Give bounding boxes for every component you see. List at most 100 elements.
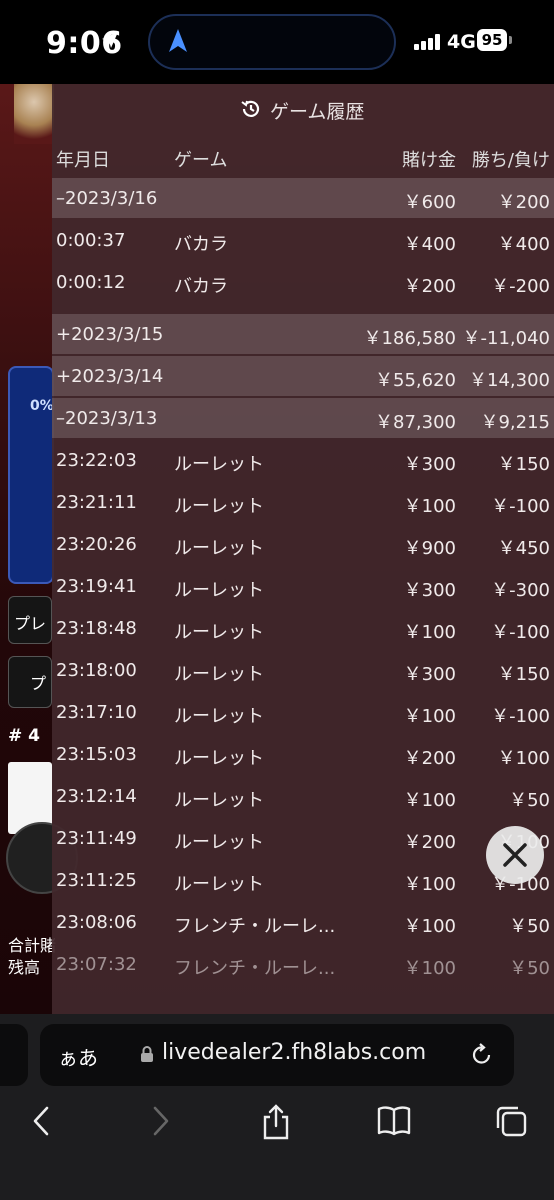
row-time: 23:07:32 bbox=[56, 954, 137, 975]
row-game: ルーレット bbox=[174, 664, 264, 685]
row-time: 23:19:41 bbox=[56, 576, 137, 597]
row-win-loss: ￥50 bbox=[509, 790, 550, 811]
row-date: +2023/3/14 bbox=[56, 366, 164, 387]
row-time: 23:22:03 bbox=[56, 450, 137, 471]
tabs-icon[interactable] bbox=[494, 1104, 528, 1138]
row-bet: ￥87,300 bbox=[375, 412, 456, 433]
row-game: ルーレット bbox=[174, 874, 264, 895]
history-entry-row: 23:20:26 ルーレット ￥900 ￥450 bbox=[52, 524, 554, 566]
row-time: 23:17:10 bbox=[56, 702, 137, 723]
row-bet: ￥186,580 bbox=[363, 328, 456, 349]
row-win-loss: ￥400 bbox=[497, 234, 550, 255]
history-date-row[interactable]: +2023/3/14 ￥55,620 ￥14,300 bbox=[52, 356, 554, 396]
cellular-signal-icon bbox=[414, 34, 442, 50]
row-bet: ￥300 bbox=[403, 580, 456, 601]
row-win-loss: ￥50 bbox=[509, 958, 550, 979]
history-entry-row: 23:12:14 ルーレット ￥100 ￥50 bbox=[52, 776, 554, 818]
row-bet: ￥900 bbox=[403, 538, 456, 559]
previous-tab-bar[interactable] bbox=[0, 1024, 28, 1086]
row-time: 0:00:37 bbox=[56, 230, 126, 251]
row-win-loss: ￥14,300 bbox=[469, 370, 550, 391]
history-list: –2023/3/16 ￥600 ￥200 0:00:37 バカラ ￥400 ￥400 0:00… bbox=[52, 178, 554, 986]
total-bet-label: 合計賭 bbox=[8, 936, 57, 955]
lock-icon bbox=[141, 1046, 153, 1062]
row-bet: ￥200 bbox=[403, 832, 456, 853]
history-column-headers: 年月日 ゲーム 賭け金 勝ち/負け bbox=[52, 136, 554, 176]
game-button-2-label: プ bbox=[30, 674, 47, 693]
row-time: 23:21:11 bbox=[56, 492, 137, 513]
row-win-loss: ￥50 bbox=[509, 916, 550, 937]
history-date-row[interactable]: –2023/3/16 ￥600 ￥200 bbox=[52, 178, 554, 218]
history-entry-row: 23:22:03 ルーレット ￥300 ￥150 bbox=[52, 440, 554, 482]
row-game: バカラ bbox=[174, 234, 228, 255]
location-arrow-icon bbox=[102, 32, 118, 48]
row-bet: ￥100 bbox=[403, 958, 456, 979]
history-entry-row: 23:11:49ルーレット￥200￥100 bbox=[52, 818, 554, 860]
row-win-loss: ￥-100 bbox=[491, 622, 550, 643]
history-date-row[interactable]: +2023/3/15 ￥186,580 ￥-11,040 bbox=[52, 314, 554, 354]
row-bet: ￥200 bbox=[403, 748, 456, 769]
row-bet: ￥300 bbox=[403, 664, 456, 685]
row-game: ルーレット bbox=[174, 580, 264, 601]
column-date: 年月日 bbox=[56, 150, 110, 171]
balance-label: 残高 bbox=[8, 958, 41, 977]
row-bet: ￥100 bbox=[403, 874, 456, 895]
history-entry-row: 23:08:06 フレンチ・ルーレ... ￥100 ￥50 bbox=[52, 902, 554, 944]
reload-icon[interactable] bbox=[470, 1042, 494, 1068]
row-bet: ￥100 bbox=[403, 790, 456, 811]
row-game: バカラ bbox=[174, 276, 228, 297]
row-date: +2023/3/15 bbox=[56, 324, 164, 345]
close-icon bbox=[503, 843, 527, 867]
row-bet: ￥400 bbox=[403, 234, 456, 255]
row-win-loss: ￥-300 bbox=[491, 580, 550, 601]
row-time: 23:12:14 bbox=[56, 786, 137, 807]
game-percent: 0% bbox=[30, 398, 54, 414]
row-game: ルーレット bbox=[174, 538, 264, 559]
row-win-loss: ￥-100 bbox=[491, 706, 550, 727]
page-settings-button[interactable]: ぁあ bbox=[58, 1042, 98, 1071]
row-time: 23:15:03 bbox=[56, 744, 137, 765]
row-win-loss: ￥450 bbox=[497, 538, 550, 559]
history-entry-row: 23:11:25 ルーレット ￥100 ￥-100 bbox=[52, 860, 554, 902]
row-game: ルーレット bbox=[174, 622, 264, 643]
row-time: 23:18:00 bbox=[56, 660, 137, 681]
table-number: # 4 bbox=[8, 726, 40, 746]
row-game: ルーレット bbox=[174, 790, 264, 811]
url-text[interactable]: livedealer2.fh8labs.com bbox=[162, 1040, 426, 1065]
row-win-loss: ￥9,215 bbox=[480, 412, 550, 433]
status-bar: 9:06 4G 95 bbox=[0, 0, 554, 84]
close-button[interactable] bbox=[486, 826, 544, 884]
network-type: 4G bbox=[447, 31, 476, 53]
history-entry-row: 23:18:48 ルーレット ￥100 ￥-100 bbox=[52, 608, 554, 650]
row-game: フレンチ・ルーレ... bbox=[174, 958, 336, 979]
column-game: ゲーム bbox=[174, 150, 228, 171]
share-icon[interactable] bbox=[260, 1104, 292, 1140]
navigation-arrow-icon bbox=[169, 29, 187, 52]
bookmarks-icon[interactable] bbox=[376, 1104, 412, 1138]
forward-icon[interactable] bbox=[150, 1104, 172, 1138]
history-entry-row: 23:21:11 ルーレット ￥100 ￥-100 bbox=[52, 482, 554, 524]
row-game: フレンチ・ルーレ... bbox=[174, 916, 336, 937]
row-time: 23:11:49 bbox=[56, 828, 137, 849]
row-time: 23:11:25 bbox=[56, 870, 137, 891]
history-entry-row: 23:07:32 フレンチ・ルーレ... ￥100 ￥50 bbox=[52, 944, 554, 986]
back-icon[interactable] bbox=[30, 1104, 52, 1138]
history-entry-row: 23:17:10 ルーレット ￥100 ￥-100 bbox=[52, 692, 554, 734]
row-date: –2023/3/13 bbox=[56, 408, 158, 429]
history-title: ゲーム履歴 bbox=[270, 101, 365, 123]
dynamic-island bbox=[148, 14, 396, 70]
chandelier-image bbox=[14, 84, 54, 144]
row-time: 0:00:12 bbox=[56, 272, 126, 293]
row-win-loss: ￥100 bbox=[497, 748, 550, 769]
history-entry-row: 23:19:41 ルーレット ￥300 ￥-300 bbox=[52, 566, 554, 608]
battery-nub bbox=[509, 36, 512, 44]
history-header: ゲーム履歴 bbox=[52, 84, 554, 136]
row-win-loss: ￥200 bbox=[497, 192, 550, 213]
row-game: ルーレット bbox=[174, 706, 264, 727]
column-win-loss: 勝ち/負け bbox=[471, 150, 550, 171]
history-date-row[interactable]: –2023/3/13 ￥87,300 ￥9,215 bbox=[52, 398, 554, 438]
row-bet: ￥100 bbox=[403, 706, 456, 727]
row-bet: ￥100 bbox=[403, 496, 456, 517]
row-bet: ￥200 bbox=[403, 276, 456, 297]
row-game: ルーレット bbox=[174, 454, 264, 475]
